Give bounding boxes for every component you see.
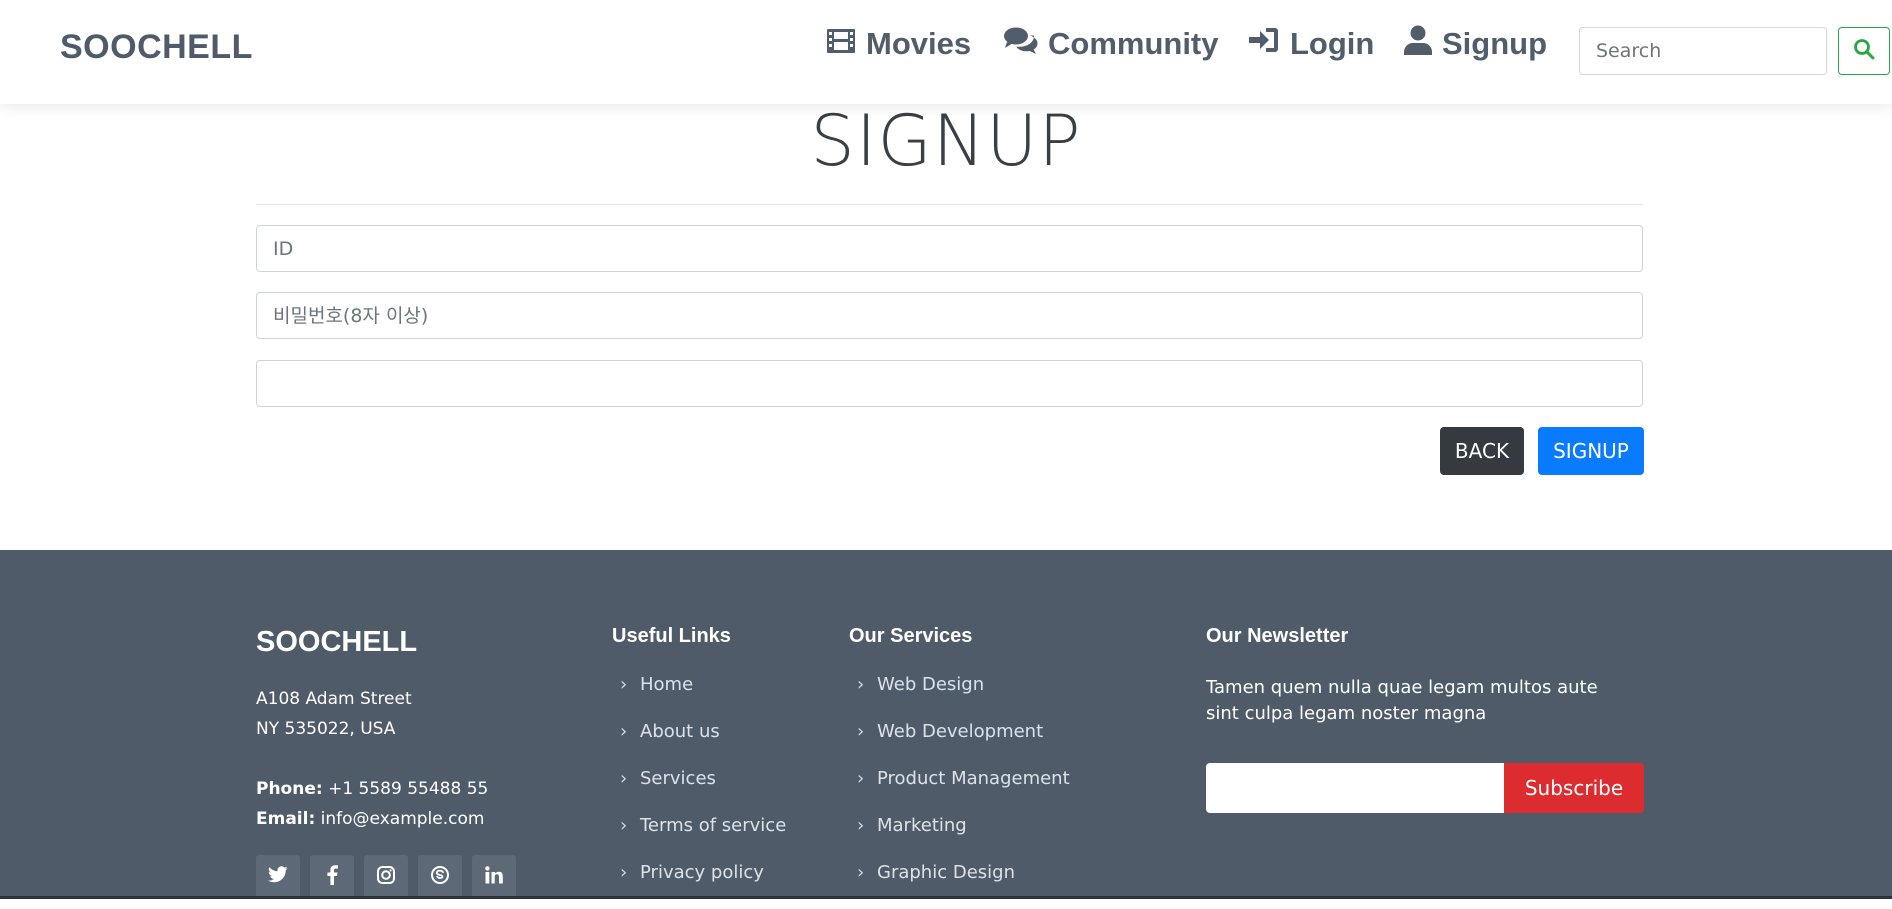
nav-login[interactable]: Login — [1248, 22, 1374, 66]
email-address: info@example.com — [320, 809, 485, 829]
film-icon — [826, 26, 856, 62]
service-link-marketing[interactable]: › Marketing — [857, 815, 1070, 862]
twitter-icon — [268, 866, 288, 888]
brand-logo[interactable]: SOOCHELL — [60, 28, 253, 67]
address-line-2: NY 535022, USA — [256, 719, 396, 739]
service-link-label: Graphic Design — [877, 862, 1015, 883]
chevron-right-icon: › — [857, 862, 865, 883]
password-confirm-field[interactable] — [256, 360, 1643, 407]
email-line: Email: info@example.com — [256, 809, 484, 829]
service-link-web-design[interactable]: › Web Design — [857, 674, 1070, 721]
footer-link-label: Services — [640, 768, 716, 789]
address-line-1: A108 Adam Street — [256, 689, 412, 709]
search-button[interactable] — [1838, 27, 1890, 75]
signup-button[interactable]: SIGNUP — [1538, 427, 1644, 475]
useful-links-list: › Home › About us › Services › Terms of serv… — [620, 674, 786, 909]
chevron-right-icon: › — [857, 768, 865, 789]
footer-brand: SOOCHELL — [256, 626, 418, 658]
comments-icon — [1004, 26, 1038, 62]
service-link-web-development[interactable]: › Web Development — [857, 721, 1070, 768]
chevron-right-icon: › — [620, 862, 628, 883]
sign-in-icon — [1248, 26, 1280, 62]
service-link-label: Web Design — [877, 674, 985, 695]
phone-number: +1 5589 55488 55 — [328, 779, 489, 799]
footer-link-label: About us — [640, 721, 720, 742]
phone-line: Phone: +1 5589 55488 55 — [256, 779, 488, 799]
footer-link-home[interactable]: › Home — [620, 674, 786, 721]
email-label: Email: — [256, 809, 316, 829]
chevron-right-icon: › — [857, 721, 865, 742]
nav-signup[interactable]: Signup — [1404, 22, 1547, 66]
nav-community-label: Community — [1048, 26, 1219, 61]
chevron-right-icon: › — [857, 674, 865, 695]
user-icon — [1404, 25, 1432, 63]
social-twitter[interactable] — [256, 855, 300, 899]
nav-login-label: Login — [1290, 26, 1375, 61]
nav-movies-label: Movies — [866, 26, 972, 61]
skype-icon — [430, 865, 450, 889]
footer-link-services[interactable]: › Services — [620, 768, 786, 815]
password-field[interactable] — [256, 292, 1643, 339]
service-link-graphic-design[interactable]: › Graphic Design — [857, 862, 1070, 909]
services-list: › Web Design › Web Development › Product Ma… — [857, 674, 1070, 909]
social-facebook[interactable] — [310, 855, 354, 899]
useful-links-heading: Useful Links — [612, 625, 731, 647]
page-title: SIGNUP — [810, 100, 1082, 182]
top-navbar: SOOCHELL Movies Community Login Signup S… — [0, 0, 1892, 104]
chevron-right-icon: › — [857, 815, 865, 836]
search-input[interactable] — [1579, 27, 1827, 75]
subscribe-button[interactable]: Subscribe — [1504, 763, 1644, 813]
footer-link-label: Privacy policy — [640, 862, 764, 883]
footer-link-privacy[interactable]: › Privacy policy — [620, 862, 786, 909]
service-link-product-management[interactable]: › Product Management — [857, 768, 1070, 815]
social-linkedin[interactable] — [472, 855, 516, 899]
phone-label: Phone: — [256, 779, 323, 799]
chevron-right-icon: › — [620, 721, 628, 742]
nav-signup-label: Signup — [1442, 26, 1548, 61]
id-field[interactable] — [256, 225, 1643, 272]
newsletter-email-input[interactable] — [1206, 763, 1505, 813]
back-button[interactable]: BACK — [1440, 427, 1524, 475]
footer-link-label: Home — [640, 674, 694, 695]
footer-link-about[interactable]: › About us — [620, 721, 786, 768]
social-instagram[interactable] — [364, 855, 408, 899]
service-link-label: Web Development — [877, 721, 1044, 742]
facebook-icon — [326, 865, 338, 889]
chevron-right-icon: › — [620, 768, 628, 789]
social-links — [256, 855, 516, 899]
title-divider — [256, 204, 1643, 205]
nav-community[interactable]: Community — [1004, 22, 1219, 66]
services-heading: Our Services — [849, 625, 973, 647]
instagram-icon — [377, 866, 395, 888]
chevron-right-icon: › — [620, 815, 628, 836]
nav-movies[interactable]: Movies — [826, 22, 971, 66]
search-icon — [1853, 38, 1875, 64]
chevron-right-icon: › — [620, 674, 628, 695]
footer: SOOCHELL A108 Adam Street NY 535022, USA… — [0, 550, 1892, 899]
footer-link-terms[interactable]: › Terms of service — [620, 815, 786, 862]
newsletter-heading: Our Newsletter — [1206, 625, 1349, 647]
footer-link-label: Terms of service — [640, 815, 787, 836]
newsletter-text: Tamen quem nulla quae legam multos aute … — [1206, 677, 1598, 724]
social-skype[interactable] — [418, 855, 462, 899]
service-link-label: Product Management — [877, 768, 1070, 789]
service-link-label: Marketing — [877, 815, 967, 836]
linkedin-icon — [485, 866, 503, 888]
